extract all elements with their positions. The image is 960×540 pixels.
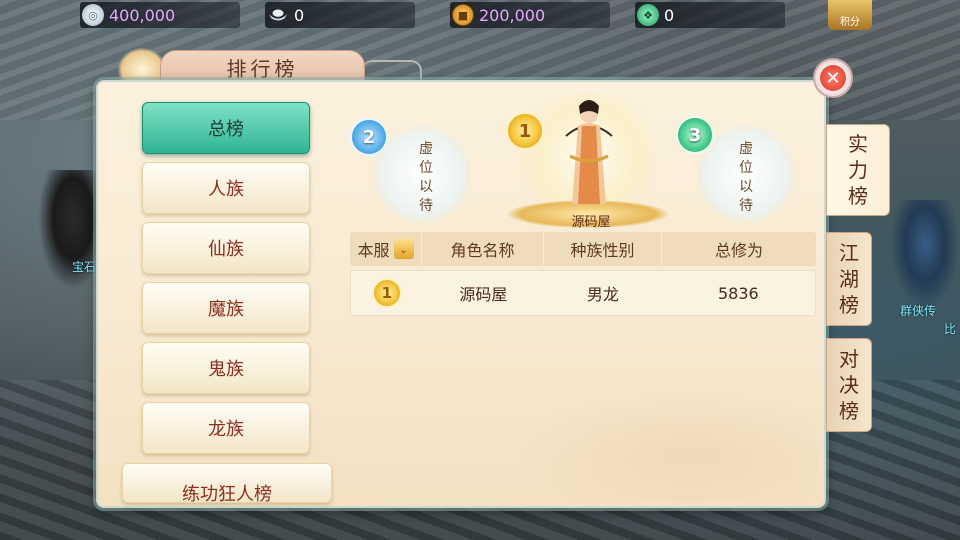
column-header-race-gender: 种族性别	[544, 232, 662, 266]
rank-3-medal-icon: 3	[676, 116, 714, 154]
podium-first-name: 源码屋	[571, 215, 611, 230]
currency-silver: ◎ 400,000	[80, 2, 240, 28]
panel-title-tab: 排行榜	[160, 50, 365, 84]
category-training-maniac[interactable]: 练功狂人榜	[122, 463, 332, 503]
rank-1-medal-icon: 1	[506, 112, 544, 150]
points-button[interactable]: 积分	[828, 0, 872, 30]
table-row[interactable]: 1 源码屋 男龙 5836	[350, 270, 816, 316]
lotus-ornament-icon	[118, 48, 166, 84]
row-rank-cell: 1	[351, 271, 423, 315]
category-human[interactable]: 人族	[142, 162, 310, 214]
category-ghost[interactable]: 鬼族	[142, 342, 310, 394]
background-npc-label: 宝石	[72, 260, 97, 274]
silver-ingot-icon	[267, 4, 289, 26]
server-filter-label: 本服	[357, 241, 390, 260]
chevron-down-icon[interactable]: ⌄	[393, 239, 414, 259]
cloud-decoration	[498, 382, 818, 502]
panel-title: 排行榜	[226, 56, 299, 81]
tab-label: 实力榜	[848, 132, 868, 208]
column-header-total-cultivation: 总修为	[714, 241, 763, 260]
currency-bar: ◎ 400,000 0 ■ 200,000 ❖ 0	[80, 0, 880, 30]
scroll-ornament-icon	[362, 60, 422, 82]
row-score-cell: 5836	[717, 283, 759, 303]
currency-value: 0	[664, 5, 675, 25]
silver-coin-icon: ◎	[82, 4, 104, 26]
background-npc-label: 比	[944, 322, 957, 336]
vacant-text: 虚 位 以 待	[739, 141, 753, 214]
close-button[interactable]: ✕	[813, 58, 853, 98]
background-npc-right	[890, 200, 960, 310]
currency-value: 200,000	[479, 5, 546, 25]
category-demon[interactable]: 魔族	[142, 282, 310, 334]
tab-strength-ranking[interactable]: 实力榜	[826, 124, 890, 216]
tab-jianghu-ranking[interactable]: 江湖榜	[826, 232, 872, 326]
currency-value: 0	[294, 5, 305, 25]
server-filter-dropdown[interactable]: 本服 ⌄	[350, 232, 422, 266]
row-name-cell: 源码屋	[459, 285, 508, 304]
row-race-gender-cell: 男龙	[586, 285, 619, 304]
tab-duel-ranking[interactable]: 对决榜	[826, 338, 872, 432]
copper-coin-icon: ■	[452, 4, 474, 26]
currency-ingot: 0	[265, 2, 415, 28]
background-npc-label: 群侠传	[900, 304, 937, 318]
tab-label: 江湖榜	[839, 241, 859, 317]
vacant-text: 虚 位 以 待	[419, 141, 433, 214]
ranking-table-header: 本服 ⌄ 角色名称 种族性别 总修为	[350, 232, 816, 266]
currency-jade: ❖ 0	[635, 2, 785, 28]
tab-label: 对决榜	[839, 347, 859, 423]
points-label: 积分	[840, 17, 860, 28]
currency-copper: ■ 200,000	[450, 2, 610, 28]
column-header-name: 角色名称	[422, 232, 544, 266]
hero-portrait[interactable]	[556, 96, 622, 208]
jade-icon: ❖	[637, 4, 659, 26]
rank-1-medal-icon: 1	[371, 278, 402, 308]
category-dragon[interactable]: 龙族	[142, 402, 310, 454]
category-total[interactable]: 总榜	[142, 102, 310, 154]
currency-value: 400,000	[109, 5, 176, 25]
rank-2-medal-icon: 2	[350, 118, 388, 156]
close-icon: ✕	[820, 65, 846, 91]
category-immortal[interactable]: 仙族	[142, 222, 310, 274]
